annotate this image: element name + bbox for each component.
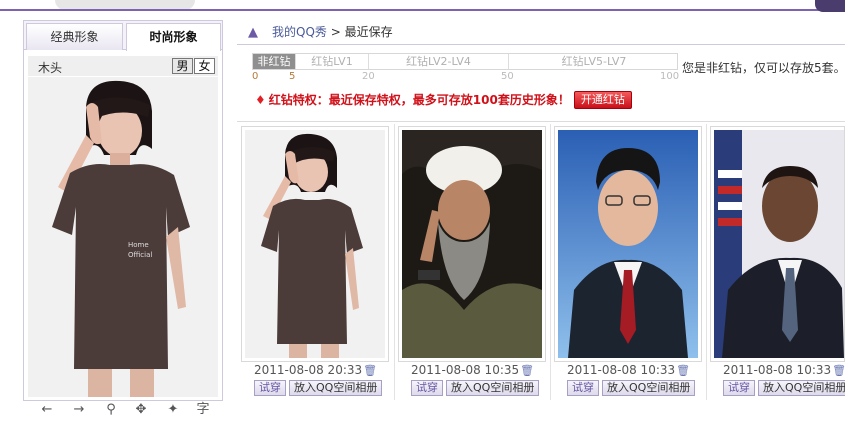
look-thumbnail[interactable]: [710, 126, 845, 362]
look-image: [402, 130, 542, 358]
try-on-button[interactable]: 试穿: [567, 380, 599, 396]
trash-icon[interactable]: 🗑: [832, 364, 845, 377]
svg-text:Official: Official: [128, 251, 152, 259]
look-actions: 试穿 放入QQ空间相册: [411, 380, 542, 396]
magic-wand-icon[interactable]: ✦: [164, 401, 182, 419]
level-progress: 非红钻 红钻LV1 红钻LV2-LV4 红钻LV5-LV7 0 5 20 50 …: [252, 53, 680, 83]
look-actions: 试穿 放入QQ空间相册: [723, 380, 845, 396]
avatar-namebar: 木头 男 女: [28, 56, 218, 76]
gender-female-button[interactable]: 女: [194, 58, 215, 74]
avatar-toolbar: ← → ⚲ ✥ ✦ 字: [28, 399, 218, 421]
look-date-text: 2011-08-08 10:33: [567, 363, 676, 377]
look-image: [558, 130, 698, 358]
privilege-banner: ♦ 红钻特权：最近保存特权，最多可存放100套历史形象！ 开通红钻: [255, 91, 632, 109]
tab-classic[interactable]: 经典形象: [26, 23, 123, 50]
move-icon[interactable]: ✥: [132, 401, 150, 419]
try-on-button[interactable]: 试穿: [254, 380, 286, 396]
avatar-figure: Home Official: [28, 77, 218, 397]
open-red-diamond-button[interactable]: 开通红钻: [573, 91, 632, 109]
look-date-text: 2011-08-08 10:33: [723, 363, 832, 377]
look-date-text: 2011-08-08 20:33: [254, 363, 363, 377]
saved-look-card: 2011-08-08 10:35🗑 试穿 放入QQ空间相册: [398, 126, 548, 402]
level-segment-lv5-7: 红钻LV5-LV7: [508, 54, 679, 69]
trash-icon[interactable]: 🗑: [520, 364, 534, 377]
gender-male-button[interactable]: 男: [172, 58, 193, 74]
look-thumbnail[interactable]: [398, 126, 546, 362]
top-banner: [0, 0, 845, 12]
level-segment-lv2-4: 红钻LV2-LV4: [368, 54, 508, 69]
level-bar: 非红钻 红钻LV1 红钻LV2-LV4 红钻LV5-LV7: [252, 53, 678, 70]
red-diamond-icon: ♦: [255, 93, 266, 107]
avatar-panel: 经典形象 时尚形象 木头 男 女 Home Official ← → ⚲ ✥ ✦…: [23, 20, 223, 417]
privilege-text: 红钻特权：最近保存特权，最多可存放100套历史形象！: [268, 93, 570, 107]
try-on-button[interactable]: 试穿: [723, 380, 755, 396]
level-segment-lv1: 红钻LV1: [295, 54, 368, 69]
card-separator: [394, 124, 395, 400]
add-to-album-button[interactable]: 放入QQ空间相册: [758, 380, 845, 396]
level-tick: 50: [501, 71, 514, 82]
add-to-album-button[interactable]: 放入QQ空间相册: [446, 380, 540, 396]
undo-arrow-icon[interactable]: ←: [38, 401, 56, 419]
zoom-icon[interactable]: ⚲: [102, 401, 120, 419]
trash-icon[interactable]: 🗑: [363, 364, 377, 377]
add-to-album-button[interactable]: 放入QQ空间相册: [289, 380, 383, 396]
look-date: 2011-08-08 10:33🗑: [567, 363, 690, 377]
svg-text:Home: Home: [128, 241, 149, 249]
look-date-text: 2011-08-08 10:35: [411, 363, 520, 377]
level-tick: 100: [660, 71, 680, 82]
divider: [237, 44, 845, 45]
saved-look-card: 2011-08-08 10:33🗑 试穿 放入QQ空间相册: [710, 126, 845, 402]
look-date: 2011-08-08 10:33🗑: [723, 363, 845, 377]
look-actions: 试穿 放入QQ空间相册: [254, 380, 385, 396]
breadcrumb: ▲ 我的QQ秀 > 最近保存: [248, 24, 393, 40]
card-separator: [550, 124, 551, 400]
add-to-album-button[interactable]: 放入QQ空间相册: [602, 380, 696, 396]
look-image: [714, 130, 844, 358]
avatar-preview: Home Official: [28, 77, 218, 397]
look-actions: 试穿 放入QQ空间相册: [567, 380, 698, 396]
look-date: 2011-08-08 10:35🗑: [411, 363, 534, 377]
tab-fashion[interactable]: 时尚形象: [126, 23, 221, 51]
saved-look-card: 2011-08-08 20:33🗑 试穿 放入QQ空间相册: [241, 126, 391, 402]
look-date: 2011-08-08 20:33🗑: [254, 363, 377, 377]
text-tool-button[interactable]: 字: [194, 401, 212, 419]
level-tick: 20: [362, 71, 375, 82]
saved-looks-grid: 2011-08-08 20:33🗑 试穿放入QQ空间相册 2011-08-08: [237, 121, 845, 401]
look-thumbnail[interactable]: [241, 126, 389, 362]
look-image: [245, 130, 385, 358]
breadcrumb-separator: >: [330, 25, 341, 39]
level-tick: 5: [289, 71, 296, 82]
saved-look-card: 2011-08-08 10:33🗑 试穿 放入QQ空间相册: [554, 126, 704, 402]
avatar-tabs: 经典形象 时尚形象: [24, 21, 222, 51]
level-note: 您是非红钻，仅可以存放5套。: [682, 61, 845, 75]
level-segment-none: 非红钻: [253, 54, 295, 69]
level-tick: 0: [252, 71, 259, 82]
breadcrumb-root-link[interactable]: 我的QQ秀: [272, 25, 327, 39]
trash-icon[interactable]: 🗑: [676, 364, 690, 377]
try-on-button[interactable]: 试穿: [411, 380, 443, 396]
breadcrumb-current: 最近保存: [344, 25, 393, 39]
avatar-name: 木头: [38, 61, 63, 75]
look-thumbnail[interactable]: [554, 126, 702, 362]
home-icon[interactable]: ▲: [248, 25, 262, 41]
card-separator: [706, 124, 707, 400]
redo-arrow-icon[interactable]: →: [70, 401, 88, 419]
